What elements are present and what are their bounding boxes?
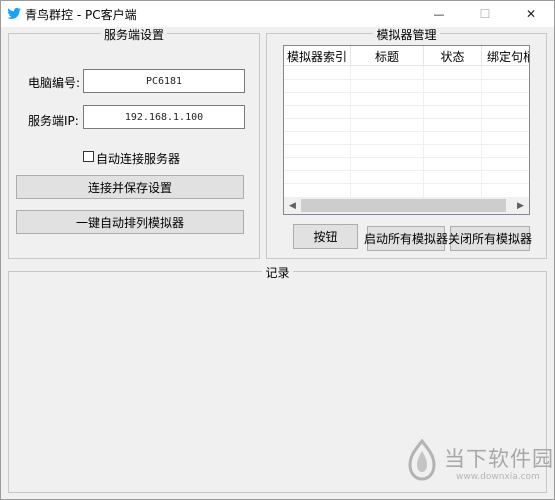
close-all-emulators-button[interactable]: 关闭所有模拟器 bbox=[448, 226, 533, 251]
connect-save-button[interactable]: 连接并保存设置 bbox=[16, 175, 244, 199]
pc-number-value: PC6181 bbox=[145, 75, 183, 87]
horizontal-scrollbar[interactable]: ◀ ▶ bbox=[284, 197, 529, 214]
generic-button[interactable]: 按钮 bbox=[293, 224, 358, 249]
auto-connect-label[interactable]: 自动连接服务器 bbox=[96, 150, 180, 167]
pc-number-label: 电脑编号: bbox=[28, 76, 81, 90]
scroll-left-icon[interactable]: ◀ bbox=[284, 197, 301, 214]
window-title: 青鸟群控 - PC客户端 bbox=[25, 8, 137, 22]
watermark-text: 当下软件园 bbox=[444, 447, 554, 471]
bird-icon bbox=[7, 7, 21, 19]
generic-button-label: 按钮 bbox=[313, 230, 338, 244]
connect-save-label: 连接并保存设置 bbox=[87, 180, 172, 195]
title-bar[interactable]: 青鸟群控 - PC客户端 — ☐ ✕ bbox=[1, 1, 554, 27]
emulator-management-title: 模拟器管理 bbox=[373, 28, 440, 42]
auto-connect-checkbox[interactable] bbox=[83, 151, 94, 162]
close-button[interactable]: ✕ bbox=[508, 1, 554, 27]
minimize-icon: — bbox=[433, 7, 445, 21]
log-title: 记录 bbox=[262, 266, 293, 280]
auto-arrange-label: 一键自动排列模拟器 bbox=[75, 215, 184, 230]
emulator-list[interactable]: 模拟器索引 标题 状态 绑定句柄 ◀ ▶ bbox=[283, 45, 530, 215]
column-header-status[interactable]: 状态 bbox=[424, 46, 481, 66]
list-header: 模拟器索引 标题 状态 绑定句柄 bbox=[284, 46, 529, 66]
maximize-button[interactable]: ☐ bbox=[462, 1, 508, 27]
scroll-right-icon[interactable]: ▶ bbox=[512, 197, 529, 214]
start-all-emulators-button[interactable]: 启动所有模拟器 bbox=[364, 226, 449, 251]
start-all-label: 启动所有模拟器 bbox=[364, 232, 449, 246]
server-ip-label: 服务端IP: bbox=[28, 114, 79, 128]
close-all-label: 关闭所有模拟器 bbox=[448, 232, 533, 246]
column-header-title[interactable]: 标题 bbox=[351, 46, 423, 66]
minimize-button[interactable]: — bbox=[416, 1, 462, 27]
column-header-handle[interactable]: 绑定句柄 bbox=[482, 46, 529, 66]
app-window: 青鸟群控 - PC客户端 — ☐ ✕ 服务端设置 电脑编号: PC6181 服务… bbox=[0, 0, 555, 500]
watermark-logo-icon bbox=[408, 439, 436, 481]
server-settings-title: 服务端设置 bbox=[100, 28, 167, 42]
column-header-index[interactable]: 模拟器索引 bbox=[284, 46, 350, 66]
auto-arrange-button[interactable]: 一键自动排列模拟器 bbox=[16, 210, 244, 234]
server-ip-value: 192.168.1.100 bbox=[124, 111, 204, 123]
scrollbar-thumb[interactable] bbox=[301, 199, 506, 212]
pc-number-field[interactable]: PC6181 bbox=[83, 69, 245, 93]
maximize-icon: ☐ bbox=[479, 7, 491, 21]
watermark-url: www.downxia.com bbox=[456, 472, 540, 482]
server-ip-field[interactable]: 192.168.1.100 bbox=[83, 105, 245, 129]
close-icon: ✕ bbox=[525, 7, 537, 21]
